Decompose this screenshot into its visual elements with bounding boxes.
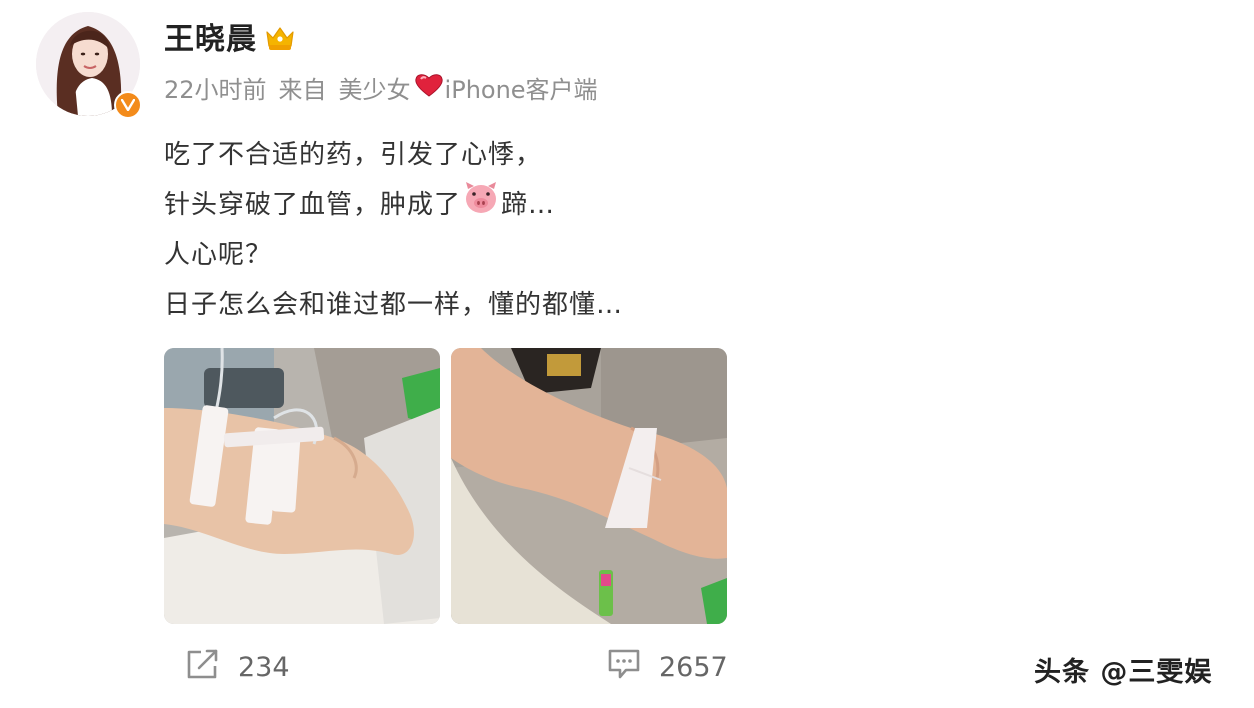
username[interactable]: 王晓晨 bbox=[164, 20, 257, 60]
source-name[interactable]: 美少女 bbox=[339, 73, 411, 107]
watermark: 头条 @三雯娱 bbox=[1034, 657, 1213, 688]
repost-button[interactable]: 234 bbox=[186, 648, 290, 687]
crown-icon bbox=[264, 24, 296, 56]
post-line-4: 日子怎么会和谁过都一样，懂的都懂… bbox=[164, 290, 624, 320]
source-prefix: 来自 bbox=[278, 75, 327, 104]
post-line-2: 针头穿破了血管，肿成了 蹄… bbox=[164, 180, 623, 230]
source-client[interactable]: iPhone客户端 bbox=[445, 73, 598, 107]
repost-icon bbox=[186, 648, 220, 687]
post-photo-1[interactable] bbox=[164, 348, 440, 624]
post-photo-2[interactable] bbox=[451, 348, 727, 624]
comment-count: 2657 bbox=[659, 652, 728, 683]
post-meta: 22小时前 来自 美少女 iPhone客户端 bbox=[164, 72, 598, 107]
repost-count: 234 bbox=[238, 652, 290, 683]
post-content: 吃了不合适的药，引发了心悸， 针头穿破了血管，肿成了 蹄… 人心呢？ 日子怎么会… bbox=[164, 130, 623, 330]
post-line-1: 吃了不合适的药，引发了心悸， bbox=[164, 140, 543, 170]
post-line-3: 人心呢？ bbox=[164, 240, 273, 270]
post-line-2-tail: 蹄… bbox=[501, 190, 556, 220]
pig-face-emoji-icon bbox=[463, 181, 499, 229]
comment-icon bbox=[607, 648, 641, 687]
heart-icon bbox=[414, 72, 444, 107]
comment-button[interactable]: 2657 bbox=[607, 648, 728, 687]
post-time: 22小时前 bbox=[164, 75, 267, 104]
verified-icon bbox=[114, 91, 142, 119]
post-line-2-text: 针头穿破了血管，肿成了 bbox=[164, 190, 462, 220]
